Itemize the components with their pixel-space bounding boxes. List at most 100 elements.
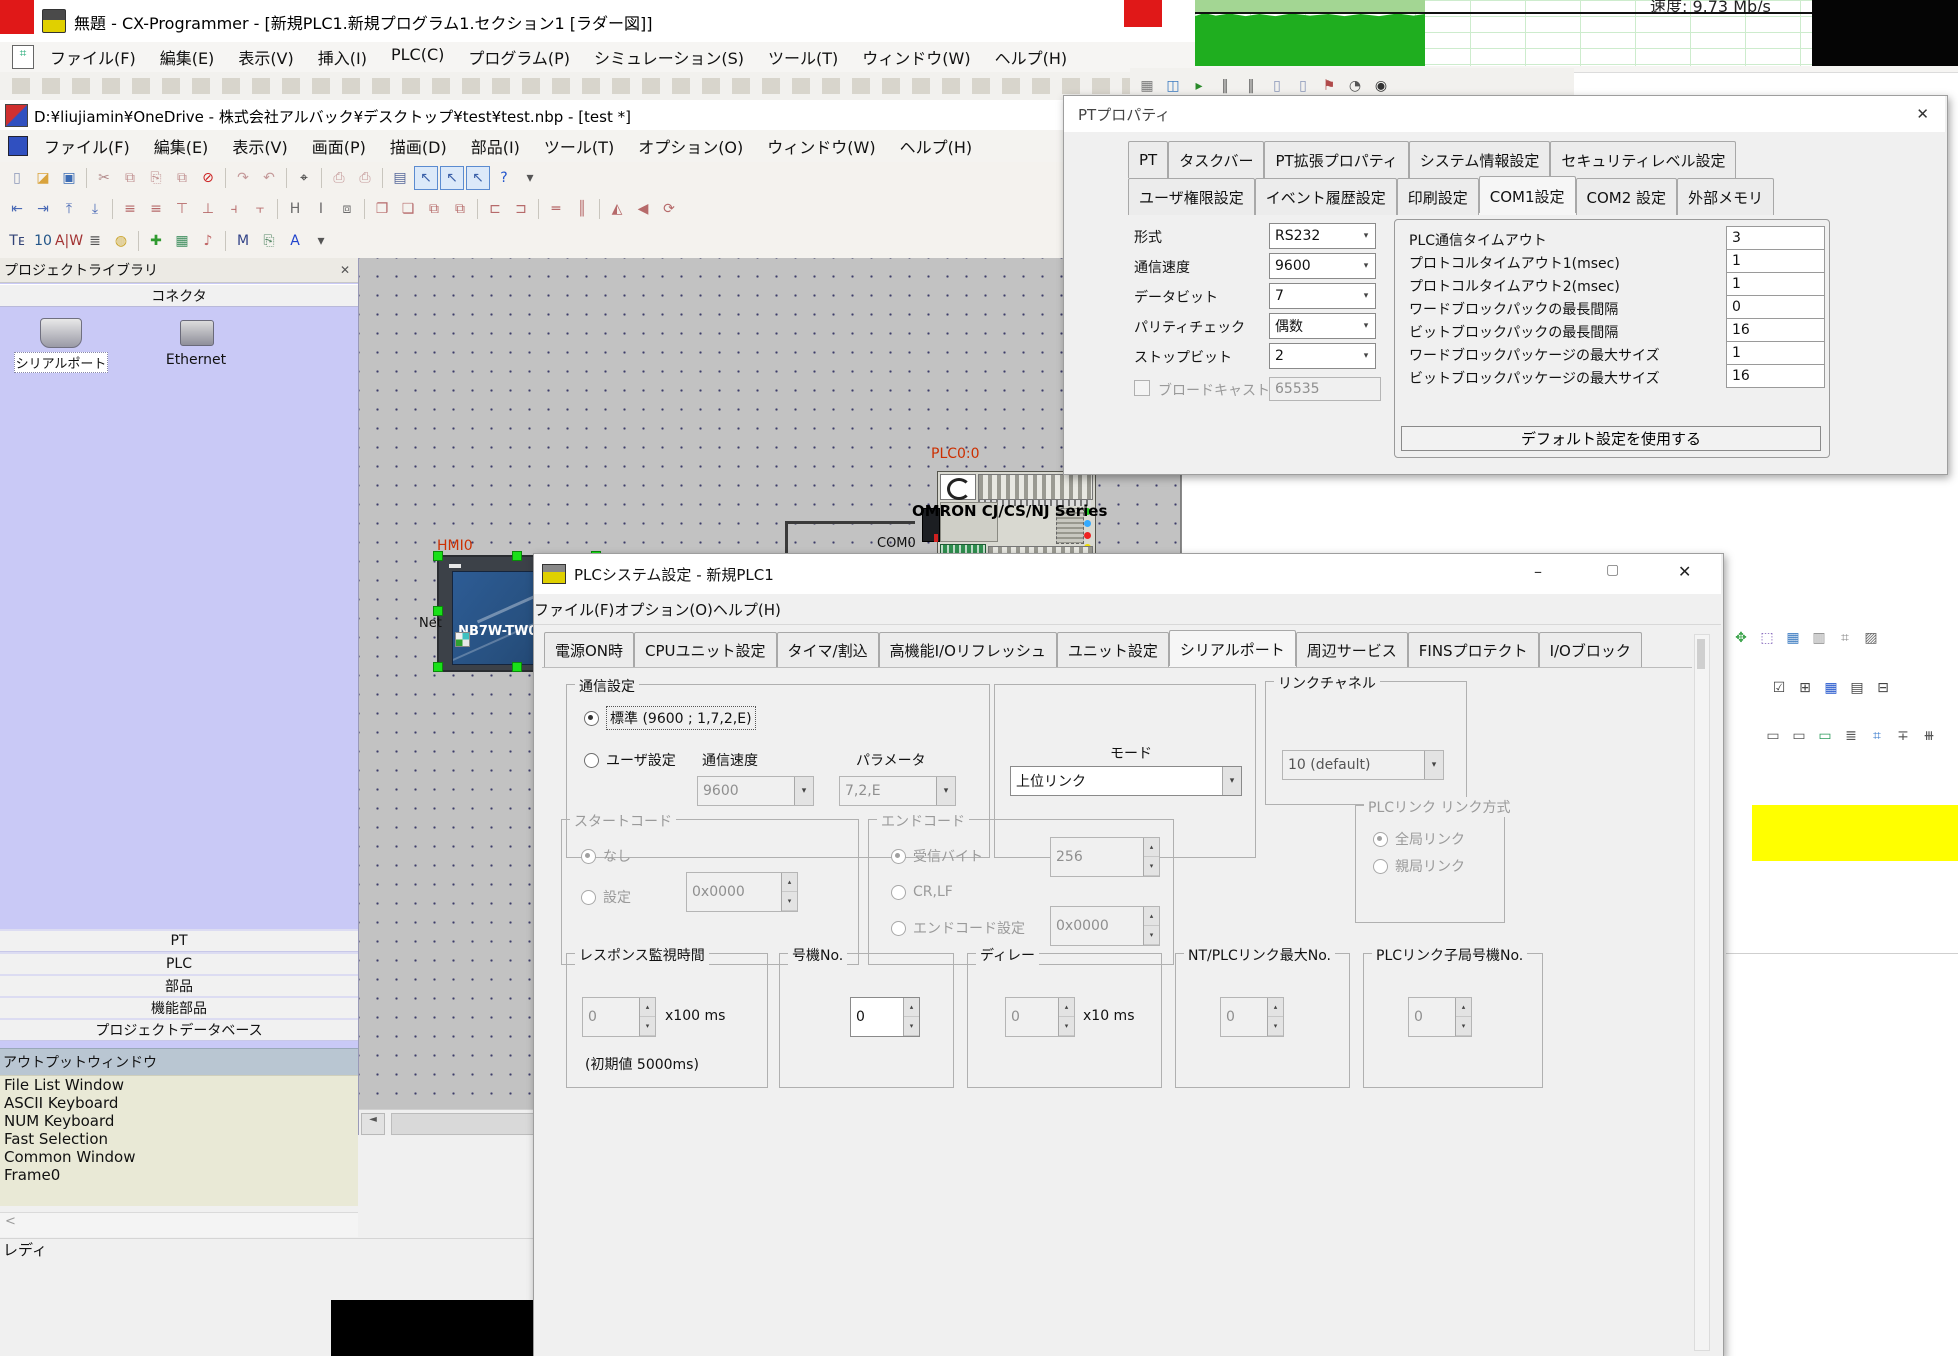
cut-icon[interactable]: ✂ — [92, 166, 116, 190]
sound-icon[interactable]: ♪ — [196, 229, 220, 253]
compile-icon[interactable]: ✥ — [1729, 626, 1753, 650]
nb-menu-item-5[interactable]: 部品(I) — [459, 131, 532, 161]
cx-menu-item-6[interactable]: シミュレーション(S) — [582, 42, 756, 72]
pt-tab-5[interactable]: 外部メモリ — [1677, 178, 1774, 215]
cell-green-icon[interactable]: ▭ — [1813, 724, 1837, 748]
center-v-icon[interactable]: ⫟ — [248, 197, 272, 221]
text-part-icon[interactable]: Tᴇ — [5, 229, 29, 253]
connector-section-header[interactable]: コネクタ — [0, 284, 358, 307]
paste-icon[interactable]: ⎘ — [144, 166, 168, 190]
mode-dropdown[interactable]: 上位リンク▾ — [1010, 766, 1242, 796]
remove-row-icon[interactable]: ⊟ — [1871, 676, 1895, 700]
cx-menu-item-3[interactable]: 挿入(I) — [306, 42, 379, 72]
pt-adv-input[interactable]: 1 — [1726, 341, 1825, 365]
panel-bar-project-database[interactable]: プロジェクトデータベース — [0, 1018, 358, 1041]
find-icon[interactable]: ⌖ — [292, 166, 316, 190]
save-icon[interactable]: ▣ — [57, 166, 81, 190]
pt-stopbits-dropdown[interactable]: 2▾ — [1269, 343, 1376, 369]
insert-row-icon[interactable]: ⊞ — [1793, 676, 1817, 700]
center-h-icon[interactable]: ⫞ — [222, 197, 246, 221]
forward-icon[interactable]: ⧉ — [422, 197, 446, 221]
serial-connection-wire[interactable] — [785, 521, 915, 524]
cx-menu-item-4[interactable]: PLC(C) — [379, 42, 456, 72]
cx-menu-item-2[interactable]: 表示(V) — [226, 42, 305, 72]
plc-menu-item-1[interactable]: オプション(O) — [614, 599, 713, 620]
close-icon[interactable]: ✕ — [1678, 562, 1691, 581]
plc-tab-4[interactable]: ユニット設定 — [1057, 632, 1169, 668]
user-settings-radio[interactable]: ユーザ設定 — [584, 750, 676, 770]
table-icon[interactable]: ▥ — [1807, 626, 1831, 650]
select-mode-icon[interactable]: ↖ — [414, 166, 438, 190]
more-cells-icon[interactable]: ⧻ — [1917, 724, 1941, 748]
height-icon[interactable]: ║ — [570, 197, 594, 221]
panel-bar-function-parts[interactable]: 機能部品 — [0, 996, 358, 1019]
copy-icon[interactable]: ⧉ — [118, 166, 142, 190]
pt-adv-input[interactable]: 1 — [1726, 249, 1825, 273]
macro-icon[interactable]: M — [231, 229, 255, 253]
help-icon[interactable]: ? — [492, 166, 516, 190]
table-blue-icon[interactable]: ▦ — [1819, 676, 1843, 700]
clipboard-icon[interactable]: ⎘ — [257, 229, 281, 253]
download-icon[interactable]: ⬚ — [1755, 626, 1779, 650]
cx-menu-item-9[interactable]: ヘルプ(H) — [983, 42, 1080, 72]
backward-icon[interactable]: ⧉ — [448, 197, 472, 221]
maximize-icon[interactable]: ▢ — [1606, 562, 1619, 578]
library-close-icon[interactable]: ✕ — [340, 263, 358, 277]
add-image-icon[interactable]: ✚ — [144, 229, 168, 253]
panel-bar-plc[interactable]: PLC — [0, 952, 358, 975]
nb-menu-item-9[interactable]: ヘルプ(H) — [888, 131, 985, 161]
same-width-icon[interactable]: H — [283, 197, 307, 221]
function-key-icon[interactable]: ◍ — [109, 229, 133, 253]
nudge-right-icon[interactable]: ⇥ — [31, 197, 55, 221]
nb-menu-item-6[interactable]: ツール(T) — [532, 131, 626, 161]
nudge-down-icon[interactable]: ⤓ — [83, 197, 107, 221]
library-item-serial-port[interactable]: シリアルポート — [14, 316, 106, 388]
grid-icon[interactable]: ⌗ — [1833, 626, 1857, 650]
pt-parity-dropdown[interactable]: 偶数▾ — [1269, 313, 1376, 339]
cx-menu-item-7[interactable]: ツール(T) — [756, 42, 850, 72]
align-left-icon[interactable]: ≡ — [118, 197, 142, 221]
minmax-icon[interactable]: ∓ — [1891, 724, 1915, 748]
undo-icon[interactable]: ↶ — [257, 166, 281, 190]
same-height-icon[interactable]: I — [309, 197, 333, 221]
group-icon[interactable]: ⊏ — [483, 197, 507, 221]
rows-icon[interactable]: ≣ — [1839, 724, 1863, 748]
output-list-item-5[interactable]: Frame0 — [0, 1166, 358, 1184]
use-default-settings-button[interactable]: デフォルト設定を使用する — [1401, 426, 1821, 451]
duplicate-icon[interactable]: ⧉ — [170, 166, 194, 190]
align-top-icon[interactable]: ⊤ — [170, 197, 194, 221]
pt-tab-2[interactable]: 印刷設定 — [1397, 178, 1479, 215]
cx-menu-item-0[interactable]: ファイル(F) — [38, 42, 148, 72]
new-file-icon[interactable]: ▯ — [5, 166, 29, 190]
pt-format-dropdown[interactable]: RS232▾ — [1269, 223, 1376, 249]
panel-bar-pt[interactable]: PT — [0, 929, 358, 952]
plc-tab-5[interactable]: シリアルポート — [1169, 630, 1296, 666]
rotate-icon[interactable]: ⟳ — [657, 197, 681, 221]
pt-dialog-close-icon[interactable]: ✕ — [1916, 105, 1945, 123]
minimize-icon[interactable]: – — [1534, 562, 1542, 581]
print-icon[interactable]: ⎙ — [353, 166, 377, 190]
plc-tab-7[interactable]: FINSプロテクト — [1408, 632, 1539, 668]
print-preview-icon[interactable]: ⎙ — [327, 166, 351, 190]
pt-tab-4[interactable]: COM2 設定 — [1576, 178, 1678, 215]
standard-radio[interactable]: 標準 (9600 ; 1,7,2,E) — [584, 706, 756, 730]
pt-tab-4[interactable]: セキュリティレベル設定 — [1550, 141, 1736, 178]
picture-icon[interactable]: ▦ — [170, 229, 194, 253]
toolbar-more-icon[interactable]: ▾ — [518, 166, 542, 190]
pt-adv-input[interactable]: 16 — [1726, 318, 1825, 342]
nb-menu-item-0[interactable]: ファイル(F) — [32, 131, 142, 161]
output-list-item-1[interactable]: ASCII Keyboard — [0, 1094, 358, 1112]
nb-menu-item-8[interactable]: ウィンドウ(W) — [755, 131, 887, 161]
pattern-icon[interactable]: ▨ — [1859, 626, 1883, 650]
simulate-icon[interactable]: ▦ — [1781, 626, 1805, 650]
pt-adv-input[interactable]: 1 — [1726, 272, 1825, 296]
plc-menu-item-2[interactable]: ヘルプ(H) — [713, 599, 781, 620]
pt-adv-input[interactable]: 0 — [1726, 295, 1825, 319]
pt-tab-3[interactable]: システム情報設定 — [1409, 141, 1551, 178]
cx-toolbar[interactable] — [0, 72, 1130, 101]
cx-menu-item-5[interactable]: プログラム(P) — [456, 42, 582, 72]
flip-v-icon[interactable]: ◭ — [605, 197, 629, 221]
find-part-icon[interactable]: A — [283, 229, 307, 253]
align-right-icon[interactable]: ≡ — [144, 197, 168, 221]
plc-tab-3[interactable]: 高機能I/Oリフレッシュ — [879, 632, 1057, 668]
